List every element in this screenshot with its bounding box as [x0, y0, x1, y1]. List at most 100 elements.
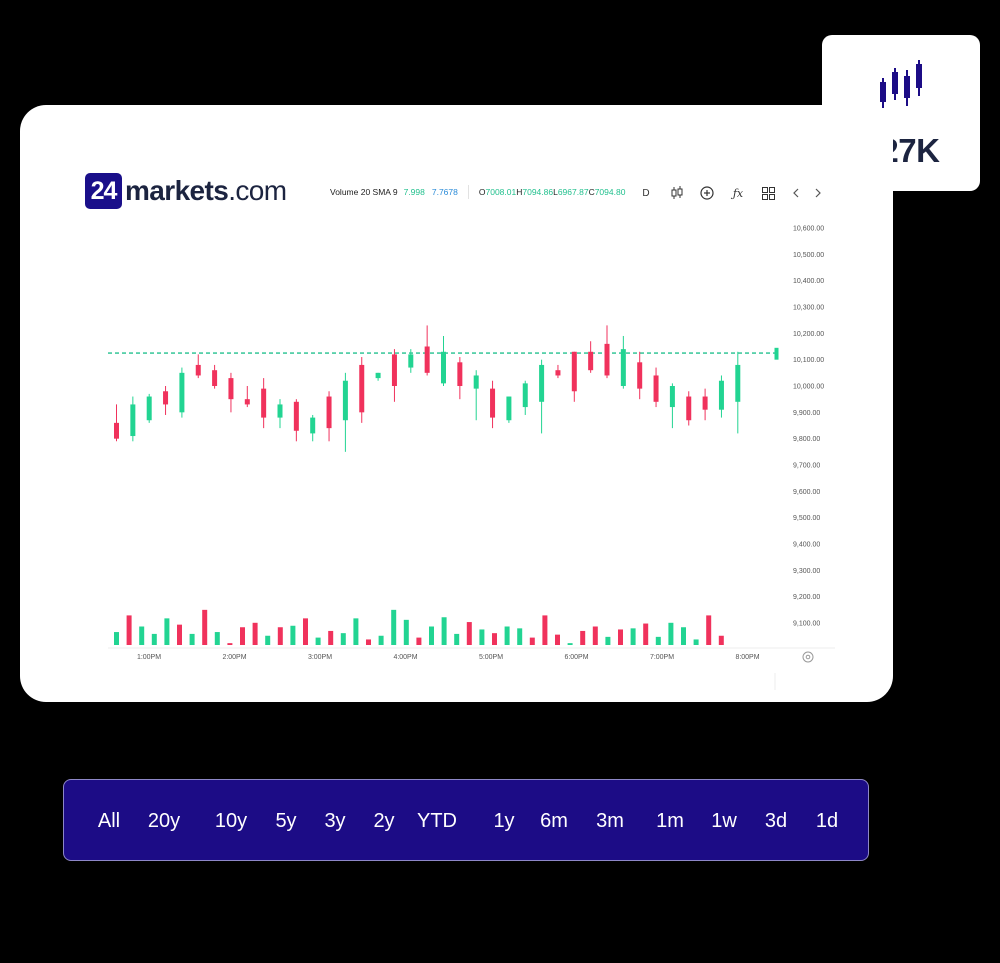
- candle-body: [293, 401, 299, 431]
- volume-bar: [277, 627, 283, 645]
- x-tick-label: 6:00PM: [564, 654, 588, 661]
- candle-body: [375, 372, 381, 379]
- x-tick-label: 3:00PM: [308, 654, 332, 661]
- volume-bar: [303, 618, 308, 645]
- candle: [359, 357, 365, 423]
- volume-bar: [693, 639, 699, 645]
- range-button-3d[interactable]: 3d: [765, 810, 787, 833]
- candle: [637, 351, 643, 400]
- volume-bar: [114, 632, 119, 645]
- candle-body: [588, 351, 594, 371]
- candle: [588, 341, 594, 373]
- x-tick-label: 1:00PM: [137, 654, 161, 661]
- y-tick-label: 9,100.00: [793, 621, 820, 628]
- volume-bar: [391, 609, 397, 645]
- y-tick-label: 10,500.00: [793, 252, 824, 259]
- price-chart[interactable]: 10,600.00 10,500.00 10,400.00 10,300.00 10,2…: [20, 105, 893, 702]
- candle-body: [195, 364, 201, 376]
- volume-bar: [643, 623, 649, 645]
- volume-bar: [366, 639, 371, 645]
- y-tick-label: 10,100.00: [793, 357, 824, 364]
- y-tick-label: 9,200.00: [793, 594, 820, 601]
- range-button-3y[interactable]: 3y: [324, 810, 345, 833]
- volume-bar: [340, 633, 346, 645]
- candle-body: [506, 396, 512, 421]
- candle: [277, 399, 283, 429]
- range-button-1m[interactable]: 1m: [656, 810, 684, 833]
- range-button-10y[interactable]: 10y: [215, 810, 247, 833]
- y-tick-label: 10,300.00: [793, 305, 824, 312]
- candle-body: [342, 380, 348, 421]
- volume-bar: [265, 635, 271, 645]
- candle-body: [163, 391, 169, 405]
- candle-body: [146, 396, 152, 421]
- volume-bar: [429, 626, 434, 645]
- candle-body: [391, 354, 397, 386]
- candle-body: [359, 364, 365, 413]
- volume-bar: [718, 635, 724, 645]
- range-button-ytd[interactable]: YTD: [417, 810, 457, 833]
- volume-bar: [618, 629, 623, 645]
- y-tick-label: 10,600.00: [793, 226, 824, 233]
- range-button-2y[interactable]: 2y: [373, 810, 394, 833]
- volume-bar: [378, 635, 384, 645]
- settings-icon[interactable]: [802, 651, 814, 663]
- y-tick-label: 9,600.00: [793, 489, 820, 496]
- candle: [293, 399, 299, 442]
- range-button-20y[interactable]: 20y: [148, 810, 180, 833]
- candle-body: [310, 417, 316, 434]
- volume-bar: [252, 622, 258, 645]
- candle-body: [441, 351, 446, 384]
- candle-body: [571, 351, 577, 392]
- volume-bar: [240, 627, 245, 645]
- x-tick-label: 8:00PM: [735, 654, 759, 661]
- volume-bar: [441, 617, 447, 645]
- candle-body: [653, 375, 659, 402]
- volume-bar: [542, 615, 548, 645]
- range-button-1y[interactable]: 1y: [493, 810, 514, 833]
- candle-body: [179, 372, 185, 413]
- candle: [620, 335, 626, 389]
- candle-body: [702, 396, 708, 410]
- candle-body: [620, 349, 626, 386]
- range-button-6m[interactable]: 6m: [540, 810, 568, 833]
- volume-bar: [655, 636, 661, 645]
- candlestick-icon: [880, 60, 922, 108]
- range-button-all[interactable]: All: [98, 810, 120, 833]
- candle: [718, 375, 724, 418]
- candle-body: [424, 346, 430, 373]
- candle: [522, 380, 528, 415]
- candle-body: [669, 386, 675, 408]
- y-axis: 10,600.00 10,500.00 10,400.00 10,300.00 10,2…: [793, 226, 824, 628]
- candle: [604, 325, 610, 379]
- volume-bar: [479, 629, 485, 645]
- candle: [179, 367, 185, 418]
- volume-bar: [164, 618, 170, 645]
- volume-bar: [517, 628, 523, 645]
- candle: [702, 388, 708, 421]
- candle: [735, 351, 741, 434]
- volume-bar: [189, 633, 195, 645]
- range-button-1w[interactable]: 1w: [711, 810, 737, 833]
- volume-bar: [214, 632, 220, 645]
- volume-bar: [315, 637, 321, 645]
- y-tick-label: 9,300.00: [793, 568, 820, 575]
- range-button-3m[interactable]: 3m: [596, 810, 624, 833]
- candle: [342, 372, 348, 452]
- candle: [195, 354, 201, 379]
- candle-body: [490, 388, 496, 418]
- range-button-5y[interactable]: 5y: [275, 810, 296, 833]
- x-tick-label: 7:00PM: [650, 654, 674, 661]
- candles: [114, 325, 779, 452]
- candle-body: [718, 380, 724, 410]
- candle: [457, 357, 463, 400]
- last-price-marker: [774, 347, 779, 360]
- volume-bar: [416, 637, 422, 645]
- candle-body: [604, 343, 610, 376]
- candle-body: [555, 370, 561, 376]
- range-selector: All 20y 10y 5y 3y 2y YTD 1y 6m 3m 1m 1w 3d 1d: [63, 779, 869, 861]
- candle: [539, 359, 545, 434]
- chart-card: 24 markets.com Volume 20 SMA 9 7.998 7.7…: [20, 105, 893, 702]
- range-button-1d[interactable]: 1d: [816, 810, 838, 833]
- candle: [473, 370, 479, 421]
